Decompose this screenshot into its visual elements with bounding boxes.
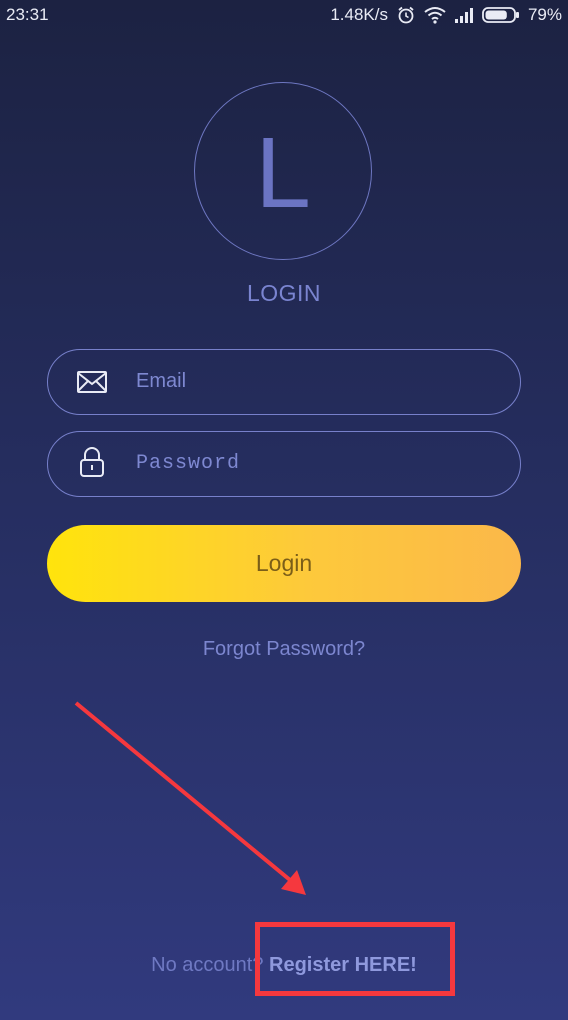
login-button[interactable]: Login xyxy=(47,525,521,602)
network-speed: 1.48K/s xyxy=(330,5,388,24)
envelope-icon xyxy=(76,368,108,396)
no-account-text: No account? xyxy=(151,954,270,976)
status-right-group: 1.48K/s 79% xyxy=(330,5,562,25)
battery-fill xyxy=(485,10,507,20)
email-field[interactable] xyxy=(136,350,496,413)
status-time: 23:31 xyxy=(6,5,49,24)
alarm-icon xyxy=(396,5,416,25)
email-field-container[interactable] xyxy=(47,349,521,415)
signal-icon xyxy=(454,7,474,23)
status-bar: 23:31 1.48K/s 79% xyxy=(0,0,568,32)
register-link[interactable]: Register HERE! xyxy=(269,954,417,976)
avatar: L xyxy=(194,82,372,260)
wifi-icon xyxy=(424,6,446,24)
avatar-letter: L xyxy=(255,117,311,229)
password-field-container[interactable] xyxy=(47,431,521,497)
page-title: LOGIN xyxy=(246,280,322,306)
battery-percent: 79% xyxy=(527,5,562,24)
forgot-password-link[interactable]: Forgot Password? xyxy=(0,638,568,661)
battery-icon xyxy=(482,6,520,24)
lock-icon xyxy=(76,447,108,478)
password-field[interactable] xyxy=(136,432,496,495)
register-row: No account? Register HERE! xyxy=(0,954,568,977)
